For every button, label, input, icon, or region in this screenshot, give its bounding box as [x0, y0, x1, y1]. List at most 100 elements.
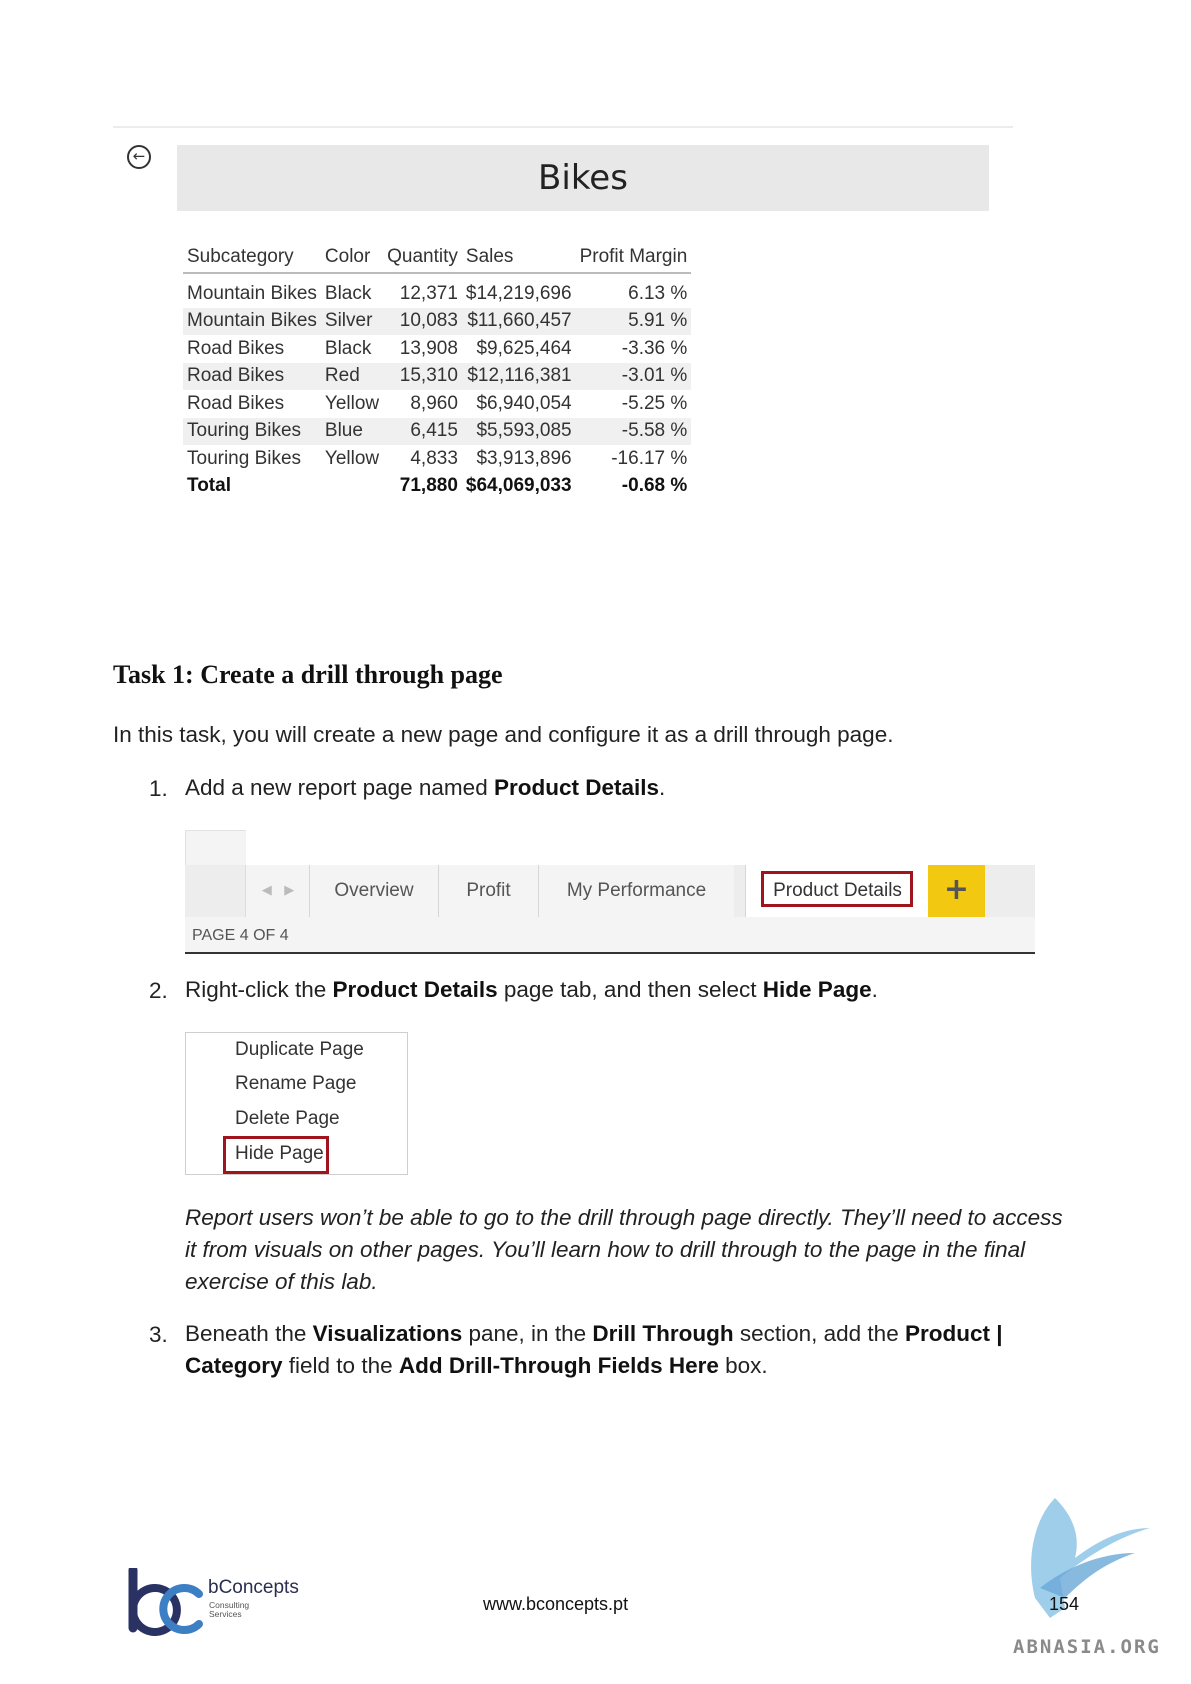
cell-quantity: 13,908	[399, 337, 458, 359]
cell-color: Red	[320, 362, 384, 390]
step-number: 3.	[149, 1322, 168, 1347]
cell-quantity: 15,310	[383, 362, 462, 390]
tab-scroll-arrows[interactable]: ◀ ▶	[245, 865, 310, 917]
brand-subtitle-line: Services	[209, 1609, 242, 1619]
report-title-bar: Bikes	[177, 145, 989, 211]
page-indicator: PAGE 4 OF 4	[185, 917, 1035, 954]
tab-my-performance[interactable]: My Performance	[538, 865, 734, 917]
cell-color: Black	[324, 282, 372, 304]
cell-subcategory: Mountain Bikes	[187, 282, 317, 304]
website-link[interactable]: www.bconcepts.pt	[483, 1594, 628, 1615]
column-header-sales[interactable]: Sales	[461, 234, 576, 274]
page-context-menu: Duplicate Page Rename Page Delete Page H…	[185, 1032, 408, 1175]
top-divider	[113, 126, 1013, 128]
cell-profit-margin: -5.58 %	[575, 417, 692, 445]
step-bold-text: Product Details	[493, 775, 660, 800]
table-row[interactable]: Road Bikes Red 15,310 $12,116,381 -3.01 …	[183, 362, 692, 390]
step-text: Add a new report page named	[185, 775, 494, 800]
table-total-row: Total 71,880 $64,069,033 -0.68 %	[183, 473, 691, 501]
highlight-box	[761, 871, 913, 907]
cell-quantity: 12,371	[399, 282, 458, 304]
cell-color: Blue	[320, 417, 384, 445]
column-header-subcategory[interactable]: Subcategory	[183, 234, 321, 274]
column-header-quantity[interactable]: Quantity	[383, 234, 462, 274]
menu-item-duplicate-page[interactable]: Duplicate Page	[235, 1039, 364, 1061]
table-row[interactable]: Touring Bikes Yellow 4,833 $3,913,896 -1…	[183, 445, 691, 473]
step-bold-text: Product Details	[332, 977, 498, 1002]
table-row[interactable]: Road Bikes Yellow 8,960 $6,940,054 -5.25…	[183, 390, 691, 418]
cell-subcategory: Road Bikes	[187, 392, 285, 414]
cell-quantity: 4,833	[410, 447, 458, 469]
cell-subcategory: Touring Bikes	[187, 447, 302, 469]
cell-quantity: 8,960	[410, 392, 458, 414]
task-intro: In this task, you will create a new page…	[113, 722, 894, 747]
tab-bar-corner	[185, 830, 246, 866]
step-bold-text: Visualizations	[312, 1321, 463, 1346]
note-text: Report users won’t be able to go to the …	[185, 1205, 1063, 1294]
cell-subcategory: Road Bikes	[187, 337, 285, 359]
cell-sales: $5,593,085	[461, 417, 576, 445]
total-label: Total	[187, 475, 231, 497]
step-number: 2.	[149, 978, 168, 1003]
page-tab-bar-screenshot: ◀ ▶ Overview Profit My Performance Produ…	[185, 830, 1035, 955]
step-text: .	[659, 775, 666, 800]
step-text: pane, in the	[462, 1321, 593, 1346]
table-row[interactable]: Touring Bikes Blue 6,415 $5,593,085 -5.5…	[183, 417, 692, 445]
watermark-text: ABNASIA.ORG	[1013, 1636, 1161, 1658]
cell-profit-margin: -3.01 %	[575, 362, 692, 390]
cell-sales: $11,660,457	[461, 307, 576, 335]
step-text: Right-click the	[185, 977, 333, 1002]
step-text: section, add the	[733, 1321, 905, 1346]
task-heading: Task 1: Create a drill through page	[113, 660, 503, 689]
column-header-color[interactable]: Color	[320, 234, 384, 274]
step-text: field to the	[282, 1353, 399, 1378]
cell-subcategory: Touring Bikes	[183, 417, 321, 445]
cell-profit-margin: -3.36 %	[621, 337, 688, 359]
menu-item-delete-page[interactable]: Delete Page	[235, 1108, 340, 1130]
highlight-box	[223, 1136, 329, 1174]
bird-watermark-icon	[1031, 1498, 1150, 1618]
cell-profit-margin: 5.91 %	[575, 307, 692, 335]
cell-sales: $9,625,464	[476, 337, 572, 359]
table-row[interactable]: Road Bikes Black 13,908 $9,625,464 -3.36…	[183, 335, 691, 363]
report-title: Bikes	[538, 158, 628, 198]
cell-sales: $6,940,054	[476, 392, 572, 414]
menu-item-rename-page[interactable]: Rename Page	[235, 1073, 356, 1095]
cell-color: Yellow	[324, 447, 380, 469]
total-color	[321, 473, 383, 501]
brand-subtitle: Consulting Services	[209, 1601, 249, 1619]
bikes-table: Subcategory Color Quantity Sales Profit …	[183, 234, 692, 501]
column-header-profit-margin[interactable]: Profit Margin	[575, 234, 692, 274]
chevron-left-icon[interactable]: ◀	[262, 883, 272, 898]
tab-overview[interactable]: Overview	[309, 865, 438, 917]
table-row[interactable]: Mountain Bikes Silver 10,083 $11,660,457…	[183, 307, 692, 335]
cell-color: Silver	[320, 307, 384, 335]
cell-quantity: 6,415	[383, 417, 462, 445]
step-1-text: Add a new report page named Product Deta…	[185, 772, 665, 804]
cell-profit-margin: 6.13 %	[628, 282, 688, 304]
add-page-button[interactable]: +	[928, 865, 985, 917]
step-text: box.	[718, 1353, 768, 1378]
step-text: .	[871, 977, 878, 1002]
chevron-right-icon[interactable]: ▶	[284, 883, 294, 898]
step-3-text: Beneath the Visualizations pane, in the …	[185, 1318, 1065, 1382]
cell-sales: $3,913,896	[476, 447, 572, 469]
table-row[interactable]: Mountain Bikes Black 12,371 $14,219,696 …	[183, 273, 691, 308]
cell-subcategory: Mountain Bikes	[183, 307, 321, 335]
cell-profit-margin: -16.17 %	[611, 447, 688, 469]
cell-subcategory: Road Bikes	[183, 362, 321, 390]
arrow-left-circle-icon[interactable]: ←	[127, 145, 151, 169]
step-text: Beneath the	[185, 1321, 313, 1346]
tab-profit[interactable]: Profit	[438, 865, 538, 917]
cell-sales: $14,219,696	[465, 282, 572, 304]
total-profit-margin: -0.68 %	[621, 475, 688, 497]
cell-color: Yellow	[324, 392, 380, 414]
step-bold-text: Add Drill-Through Fields Here	[398, 1353, 719, 1378]
total-sales: $64,069,033	[465, 475, 572, 497]
page-number: 154	[1049, 1594, 1080, 1614]
brand-name: bConcepts	[208, 1577, 299, 1598]
step-bold-text: Hide Page	[762, 977, 872, 1002]
cell-quantity: 10,083	[383, 307, 462, 335]
step-number: 1.	[149, 776, 168, 801]
total-quantity: 71,880	[399, 475, 458, 497]
